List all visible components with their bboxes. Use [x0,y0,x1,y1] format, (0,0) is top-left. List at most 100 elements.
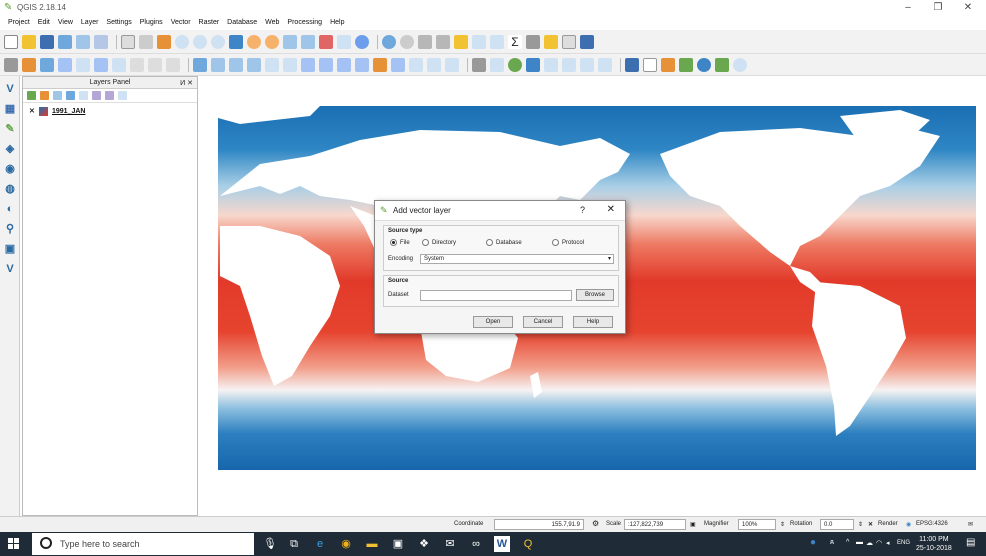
deselect-features-icon[interactable] [454,34,468,49]
radio-database[interactable]: Database [486,239,522,246]
change-label-icon[interactable] [283,57,297,72]
coordinate-capture-icon[interactable] [661,57,675,72]
taskbar-clock[interactable]: 11:00 PM 25-10-2018 [916,535,952,553]
dropbox-icon[interactable]: ❖ [416,536,432,552]
battery-icon[interactable]: ▬ [856,539,863,546]
toggle-editing-icon[interactable] [22,57,36,72]
add-db2-icon[interactable] [598,57,612,72]
minimize-button[interactable]: – [896,1,920,15]
add-spatialite-layer-icon[interactable]: ◈ [3,142,17,156]
language-label[interactable]: ENG [897,540,910,546]
move-feature-icon[interactable] [76,57,90,72]
map-tips-icon[interactable] [544,34,558,49]
add-delimited-text-icon[interactable] [544,57,558,72]
panel-dock-buttons[interactable]: И ✕ [180,78,193,90]
add-group-icon[interactable] [40,91,49,100]
show-bookmarks-icon[interactable] [337,34,351,49]
reshape-features-icon[interactable] [391,57,405,72]
people-icon[interactable]: ∞ [468,536,484,552]
radio-protocol-indicator[interactable] [552,239,559,246]
render-checkbox-icon[interactable]: ✕ [868,521,873,528]
onedrive-icon[interactable]: ☁ [866,539,873,547]
word-icon[interactable]: W [494,536,510,552]
taskbar-search-box[interactable]: Type here to search [32,533,254,555]
add-ring-icon[interactable] [301,57,315,72]
statistical-summary-icon[interactable]: Σ [508,34,522,49]
add-postgis-layer-icon[interactable]: ✎ [3,122,17,136]
layer-visibility-checkbox[interactable]: ✕ [29,108,36,115]
menu-web[interactable]: Web [261,16,283,30]
select-by-value-icon[interactable] [436,34,450,49]
new-shapefile-layer-icon[interactable]: V [3,262,17,276]
menu-settings[interactable]: Settings [102,16,135,30]
add-oracle-layer-icon[interactable]: ◍ [3,182,17,196]
add-mssql-icon[interactable] [580,57,594,72]
globe-icon[interactable] [697,57,711,72]
copy-features-icon[interactable] [148,57,162,72]
zoom-next-icon[interactable] [301,34,315,49]
chrome-icon[interactable]: ◉ [338,536,354,552]
magnifier-spin-icon[interactable]: ⇕ [780,521,785,528]
save-project-icon[interactable] [40,34,54,49]
run-action-icon[interactable] [400,34,414,49]
pin-labels-icon[interactable] [211,57,225,72]
add-wcs-layer-icon[interactable]: ⚲ [3,222,17,236]
add-wfs-layer-icon[interactable]: ▣ [3,242,17,256]
offset-curve-icon[interactable] [409,57,423,72]
radio-file-indicator[interactable] [390,239,397,246]
open-layer-styling-icon[interactable] [27,91,36,100]
add-wms-layer-icon[interactable]: ◐ [3,202,17,216]
current-edits-icon[interactable] [4,57,18,72]
measure-line-icon[interactable] [526,34,540,49]
menu-project[interactable]: Project [4,16,34,30]
field-calculator-icon[interactable] [490,34,504,49]
action-center-icon[interactable]: ▤ [966,537,975,548]
refresh-icon[interactable] [355,34,369,49]
check-geometries-icon[interactable] [715,57,729,72]
add-feature-icon[interactable] [58,57,72,72]
save-as-icon[interactable] [58,34,72,49]
radio-database-indicator[interactable] [486,239,493,246]
layer-name[interactable]: 1991_JAN [52,108,85,115]
text-annotation-icon[interactable] [562,34,576,49]
fill-ring-icon[interactable] [337,57,351,72]
menu-raster[interactable]: Raster [195,16,224,30]
split-features-icon[interactable] [427,57,441,72]
add-vector-layer-icon[interactable]: V [3,82,17,96]
magnifier-field[interactable]: 100% [738,519,776,530]
histogram-icon[interactable] [625,57,639,72]
dialog-close-button[interactable]: ✕ [607,204,615,215]
collapse-all-icon[interactable] [105,91,114,100]
mail-icon[interactable]: ✉ [442,536,458,552]
zoom-selection-icon[interactable] [247,34,261,49]
merge-features-icon[interactable] [445,57,459,72]
manage-map-themes-icon[interactable] [53,91,62,100]
filter-legend-icon[interactable] [66,91,75,100]
account-icon[interactable]: ● [810,537,816,548]
cancel-button[interactable]: Cancel [523,316,563,328]
lock-scale-icon[interactable]: ▣ [690,521,696,528]
zoom-in-icon[interactable] [175,34,189,49]
radio-protocol[interactable]: Protocol [552,239,584,246]
microphone-icon[interactable]: 🎙 [262,536,278,552]
menu-plugins[interactable]: Plugins [136,16,167,30]
python-console-icon[interactable] [580,34,594,49]
dialog-help-icon[interactable]: ? [580,205,585,215]
add-wms-layer-icon[interactable] [508,57,522,72]
layer-row[interactable]: ✕ 1991_JAN [29,107,85,116]
expand-all-icon[interactable] [92,91,101,100]
paste-features-icon[interactable] [166,57,180,72]
tray-chevron-icon[interactable]: ^ [846,539,849,546]
open-project-icon[interactable] [22,34,36,49]
pan-to-selection-icon[interactable] [139,34,153,49]
coordinate-field[interactable]: 155.7,91.9 [494,519,584,530]
edge-browser-icon[interactable]: e [312,536,328,552]
volume-icon[interactable]: ◂ [886,539,890,547]
georeferencer-icon[interactable] [679,57,693,72]
select-features-icon[interactable] [418,34,432,49]
filter-by-expression-icon[interactable] [79,91,88,100]
add-raster-layer-icon[interactable] [526,57,540,72]
maximize-button[interactable]: ❐ [926,1,950,15]
menu-view[interactable]: View [54,16,77,30]
windows-start-button[interactable] [8,538,20,550]
